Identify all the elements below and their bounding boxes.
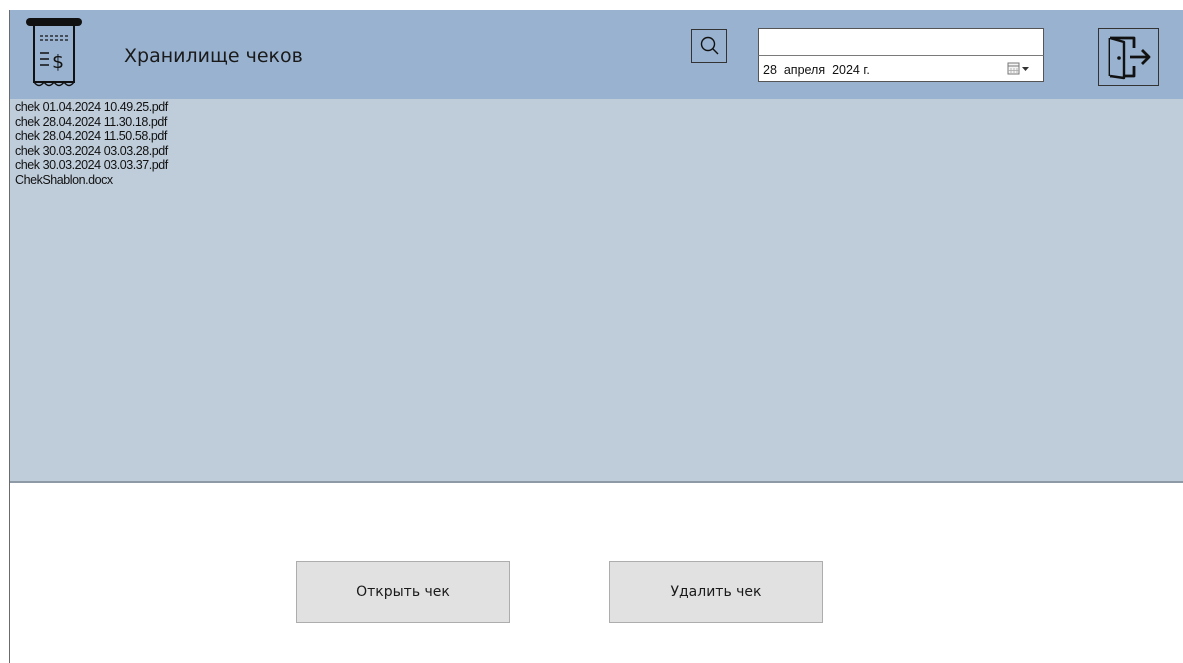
calendar-dropdown-icon[interactable] xyxy=(1007,62,1035,76)
file-list-item[interactable]: chek 30.03.2024 03.03.37.pdf xyxy=(10,158,1183,173)
file-list[interactable]: chek 01.04.2024 10.49.25.pdf chek 28.04.2… xyxy=(10,99,1183,483)
file-list-item[interactable]: chek 28.04.2024 11.30.18.pdf xyxy=(10,115,1183,130)
svg-text:$: $ xyxy=(52,51,64,73)
date-picker[interactable]: 28 апреля 2024 г. xyxy=(758,55,1044,82)
search-button[interactable] xyxy=(691,29,727,63)
open-receipt-button[interactable]: Открыть чек xyxy=(296,561,510,623)
delete-receipt-button[interactable]: Удалить чек xyxy=(609,561,823,623)
search-input[interactable] xyxy=(758,28,1044,55)
file-list-item[interactable]: chek 01.04.2024 10.49.25.pdf xyxy=(10,100,1183,115)
file-list-item[interactable]: chek 30.03.2024 03.03.28.pdf xyxy=(10,144,1183,159)
app-window: $ Хранилище чеков 28 апреля 2024 г. chek… xyxy=(0,0,1183,663)
receipt-icon: $ xyxy=(26,16,82,96)
app-title: Хранилище чеков xyxy=(124,45,303,67)
date-value: 28 апреля 2024 г. xyxy=(763,63,870,77)
exit-button[interactable] xyxy=(1098,28,1159,86)
file-list-item[interactable]: ChekShablon.docx xyxy=(10,173,1183,188)
header-bar: $ Хранилище чеков 28 апреля 2024 г. xyxy=(10,10,1183,99)
file-list-item[interactable]: chek 28.04.2024 11.50.58.pdf xyxy=(10,129,1183,144)
